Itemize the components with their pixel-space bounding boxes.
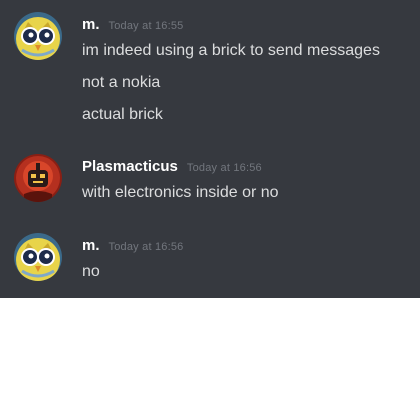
user-avatar[interactable] [14,12,62,60]
red-robot-avatar-icon [14,154,62,202]
message-text: not a nokia [82,74,161,91]
timestamp: Today at 16:55 [108,20,184,32]
username[interactable]: m. [82,237,100,254]
timestamp: Today at 16:56 [108,241,184,253]
message-text: im indeed using a brick to send messages [82,42,380,59]
message-text: with electronics inside or no [82,184,279,201]
message-text: actual brick [82,106,163,123]
chat-message-list: m. Today at 16:55 im indeed using a brick… [0,0,420,298]
message-text: no [82,263,100,280]
username[interactable]: m. [82,16,100,33]
message-header: m. Today at 16:56 [82,237,183,255]
message-header: Plasmacticus Today at 16:56 [82,158,262,176]
user-avatar[interactable] [14,233,62,281]
user-avatar[interactable] [14,154,62,202]
timestamp: Today at 16:56 [186,162,262,174]
username[interactable]: Plasmacticus [82,158,178,175]
message-header: m. Today at 16:55 [82,16,183,34]
yellow-owl-avatar-icon [14,233,62,281]
yellow-owl-avatar-icon [14,12,62,60]
